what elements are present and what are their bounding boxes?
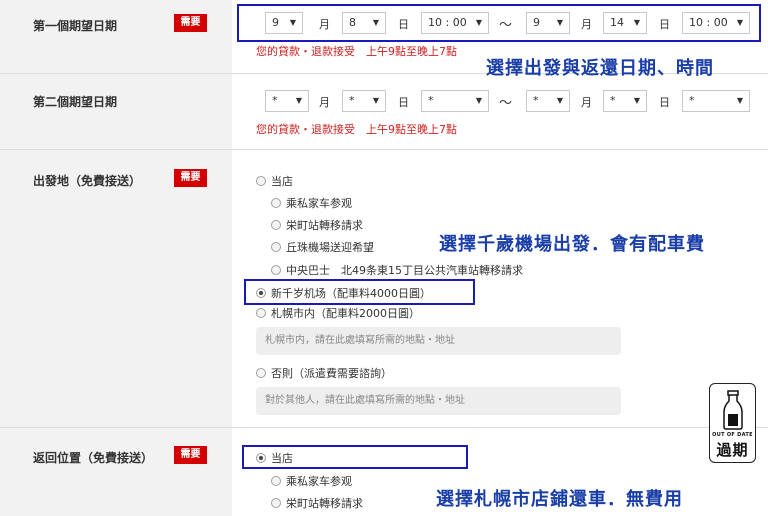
range-separator: ～ — [499, 96, 513, 111]
return-option-sakaemachi[interactable]: 栄町站轉移請求 — [271, 495, 363, 511]
radio-button[interactable] — [271, 265, 281, 275]
chevron-down-icon: ▼ — [372, 96, 379, 105]
day-unit: 日 — [659, 96, 670, 109]
departure-option-other[interactable]: 否則（派遣費需要諮詢） — [256, 365, 392, 381]
departure-option-okadama[interactable]: 丘珠機場送迎希望 — [271, 239, 374, 255]
departure-label: 出發地（免費接送） — [33, 174, 142, 188]
radio-button[interactable] — [271, 220, 281, 230]
return-option-private-car[interactable]: 乘私家车参观 — [271, 473, 352, 489]
chevron-down-icon: ▼ — [556, 96, 563, 105]
radio-button[interactable] — [271, 476, 281, 486]
expired-badge-small-text: OUT OF DATE — [712, 432, 753, 438]
day-unit: 日 — [398, 96, 409, 109]
departure-option-chuo-bus[interactable]: 中央巴士 北49条東15丁目公共汽車站轉移請求 — [271, 262, 523, 278]
other-address-input[interactable]: 對於其他人，請在此處填寫所需的地點・地址 — [256, 387, 621, 415]
return-label: 返回位置（免費接送） — [33, 451, 154, 465]
departure-option-private-car[interactable]: 乘私家车参观 — [271, 195, 352, 211]
row-divider — [0, 149, 768, 150]
highlight-box-return-store — [242, 445, 468, 469]
date2-to-day-select[interactable]: * ▼ — [603, 90, 647, 112]
radio-button[interactable] — [271, 498, 281, 508]
date2-from-time-select[interactable]: * ▼ — [421, 90, 489, 112]
date2-from-month-select[interactable]: * ▼ — [265, 90, 309, 112]
milk-bottle-icon — [723, 390, 743, 430]
date1-label: 第一個期望日期 — [33, 19, 118, 33]
chevron-down-icon: ▼ — [475, 96, 482, 105]
chevron-down-icon: ▼ — [736, 96, 743, 105]
radio-button[interactable] — [256, 176, 266, 186]
departure-option-sakaemachi[interactable]: 栄町站轉移請求 — [271, 217, 363, 233]
chevron-down-icon: ▼ — [633, 96, 640, 105]
month-unit: 月 — [319, 96, 330, 109]
date2-note: 您的貸款・退款接受 上午9點至晚上7點 — [256, 123, 457, 136]
annotation-return: 選擇札幌市店鋪還車．無費用 — [436, 489, 683, 510]
radio-button[interactable] — [256, 308, 266, 318]
expired-badge-text: 過期 — [716, 441, 749, 459]
label-column — [0, 0, 232, 516]
radio-button[interactable] — [271, 242, 281, 252]
highlight-box-dates — [237, 4, 761, 42]
required-badge: 需要 — [174, 446, 207, 464]
date2-to-month-select[interactable]: * ▼ — [526, 90, 570, 112]
date1-note: 您的貸款・退款接受 上午9點至晚上7點 — [256, 45, 457, 58]
month-unit: 月 — [581, 96, 592, 109]
chevron-down-icon: ▼ — [295, 96, 302, 105]
radio-button[interactable] — [256, 368, 266, 378]
row-divider — [0, 427, 768, 428]
date2-label: 第二個期望日期 — [33, 95, 118, 109]
sapporo-address-input[interactable]: 札幌市内，請在此處填寫所需的地點・地址 — [256, 327, 621, 355]
departure-option-sapporo-city[interactable]: 札幌市内（配車料2000日圓） — [256, 305, 420, 321]
annotation-chitose: 選擇千歲機場出發．會有配車費 — [439, 234, 705, 255]
required-badge: 需要 — [174, 169, 207, 187]
required-badge: 需要 — [174, 14, 207, 32]
departure-option-store[interactable]: 当店 — [256, 173, 293, 189]
highlight-box-chitose — [244, 279, 475, 305]
expired-badge: OUT OF DATE 過期 — [709, 383, 756, 463]
date2-from-day-select[interactable]: * ▼ — [342, 90, 386, 112]
radio-button[interactable] — [271, 198, 281, 208]
date2-to-time-select[interactable]: * ▼ — [682, 90, 750, 112]
annotation-dates: 選擇出發與返還日期、時間 — [486, 58, 714, 79]
